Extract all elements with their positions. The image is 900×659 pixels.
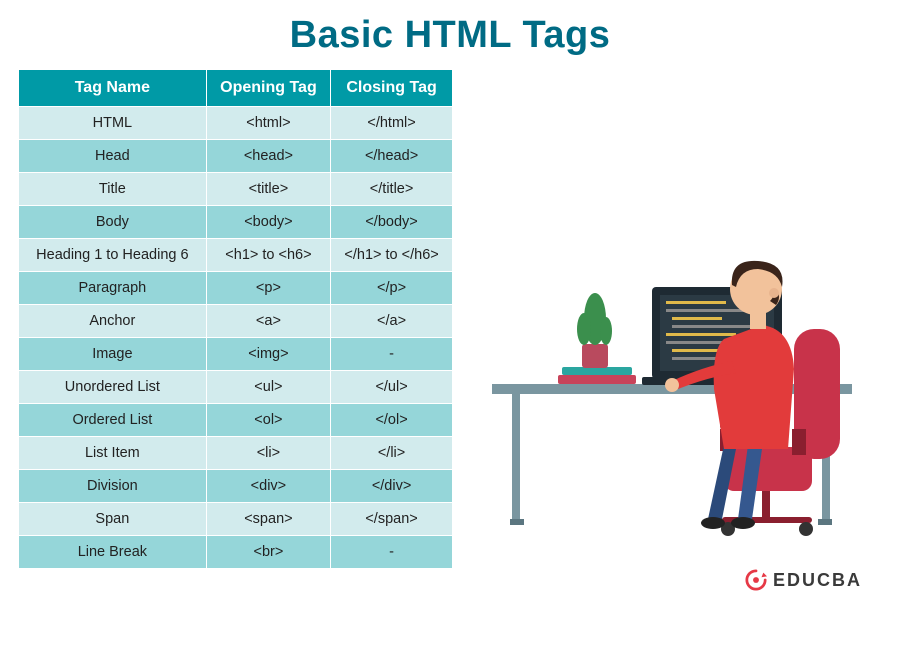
table-row: Paragraph<p></p> (19, 272, 453, 305)
cell-opening-tag: <ul> (206, 371, 330, 404)
cell-tag-name: Head (19, 140, 207, 173)
logo-text: EDUCBA (773, 570, 862, 591)
table-row: Span<span></span> (19, 503, 453, 536)
person-at-desk-illustration (492, 189, 872, 549)
table-row: Title<title></title> (19, 173, 453, 206)
table-row: Image<img>- (19, 338, 453, 371)
col-header-tag-name: Tag Name (19, 70, 207, 107)
cell-closing-tag: </ol> (331, 404, 453, 437)
cell-opening-tag: <html> (206, 107, 330, 140)
table-row: List Item<li></li> (19, 437, 453, 470)
html-tags-table: Tag Name Opening Tag Closing Tag HTML<ht… (18, 69, 453, 569)
educba-logo: EDUCBA (745, 569, 862, 591)
cell-closing-tag: </a> (331, 305, 453, 338)
table-row: Body<body></body> (19, 206, 453, 239)
cell-tag-name: Line Break (19, 536, 207, 569)
cell-opening-tag: <span> (206, 503, 330, 536)
cell-tag-name: Division (19, 470, 207, 503)
cell-tag-name: Title (19, 173, 207, 206)
cell-opening-tag: <head> (206, 140, 330, 173)
table-row: Anchor<a></a> (19, 305, 453, 338)
illustration-area: EDUCBA (453, 69, 882, 609)
cell-closing-tag: </ul> (331, 371, 453, 404)
content-wrap: Tag Name Opening Tag Closing Tag HTML<ht… (0, 69, 900, 609)
col-header-opening-tag: Opening Tag (206, 70, 330, 107)
cell-tag-name: Body (19, 206, 207, 239)
table-row: Heading 1 to Heading 6<h1> to <h6></h1> … (19, 239, 453, 272)
cell-tag-name: Image (19, 338, 207, 371)
cell-opening-tag: <li> (206, 437, 330, 470)
cell-opening-tag: <br> (206, 536, 330, 569)
cell-opening-tag: <p> (206, 272, 330, 305)
cell-closing-tag: - (331, 536, 453, 569)
cell-tag-name: List Item (19, 437, 207, 470)
cell-closing-tag: </span> (331, 503, 453, 536)
table-row: HTML<html></html> (19, 107, 453, 140)
cell-opening-tag: <div> (206, 470, 330, 503)
cell-closing-tag: </head> (331, 140, 453, 173)
cell-tag-name: Span (19, 503, 207, 536)
cell-tag-name: Unordered List (19, 371, 207, 404)
cell-tag-name: Anchor (19, 305, 207, 338)
cell-opening-tag: <title> (206, 173, 330, 206)
cell-closing-tag: </h1> to </h6> (331, 239, 453, 272)
cell-tag-name: Heading 1 to Heading 6 (19, 239, 207, 272)
cell-closing-tag: - (331, 338, 453, 371)
table-row: Line Break<br>- (19, 536, 453, 569)
table-row: Division<div></div> (19, 470, 453, 503)
cell-closing-tag: </div> (331, 470, 453, 503)
table-row: Unordered List<ul></ul> (19, 371, 453, 404)
cell-opening-tag: <a> (206, 305, 330, 338)
table-row: Ordered List<ol></ol> (19, 404, 453, 437)
cell-closing-tag: </html> (331, 107, 453, 140)
page-title: Basic HTML Tags (0, 0, 900, 69)
cell-opening-tag: <img> (206, 338, 330, 371)
table-header-row: Tag Name Opening Tag Closing Tag (19, 70, 453, 107)
cell-closing-tag: </body> (331, 206, 453, 239)
cell-closing-tag: </title> (331, 173, 453, 206)
logo-icon (745, 569, 767, 591)
cell-opening-tag: <ol> (206, 404, 330, 437)
cell-tag-name: Ordered List (19, 404, 207, 437)
cell-closing-tag: </li> (331, 437, 453, 470)
table-row: Head<head></head> (19, 140, 453, 173)
cell-opening-tag: <h1> to <h6> (206, 239, 330, 272)
cell-tag-name: Paragraph (19, 272, 207, 305)
col-header-closing-tag: Closing Tag (331, 70, 453, 107)
cell-closing-tag: </p> (331, 272, 453, 305)
cell-tag-name: HTML (19, 107, 207, 140)
cell-opening-tag: <body> (206, 206, 330, 239)
